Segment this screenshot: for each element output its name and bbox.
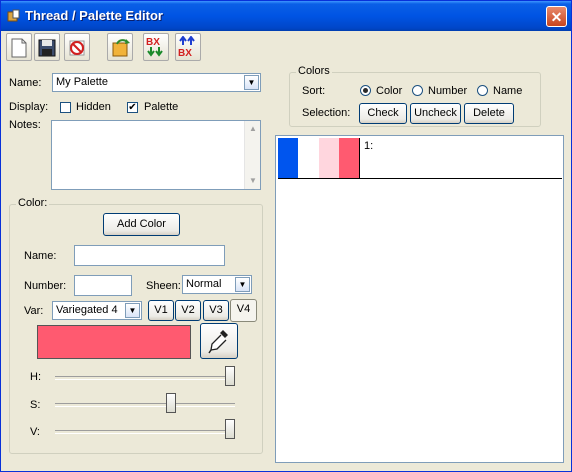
sheen-label: Sheen:	[146, 280, 181, 292]
new-button[interactable]	[6, 33, 32, 61]
bx-import-button[interactable]: BX	[143, 33, 169, 61]
v1-button[interactable]: V1	[148, 300, 174, 321]
display-label: Display:	[9, 101, 49, 113]
eyedropper-button[interactable]	[200, 323, 238, 359]
sheen-value: Normal	[186, 278, 222, 290]
delete-icon	[69, 40, 85, 56]
chevron-down-icon[interactable]: ▼	[125, 303, 140, 318]
v2-button[interactable]: V2	[175, 300, 201, 321]
swatch-4	[339, 138, 359, 178]
hidden-label: Hidden	[76, 101, 111, 113]
bx-export-button[interactable]: BX	[175, 33, 201, 61]
sort-color-label: Color	[376, 85, 403, 97]
bx-down-arrows-icon: BX	[146, 37, 163, 57]
colors-group: Colors Sort: Color Number Name Selection…	[289, 65, 541, 127]
palette-list[interactable]: 1:	[275, 135, 564, 463]
check-button[interactable]: Check	[359, 103, 407, 124]
item-divider	[359, 138, 360, 178]
sort-number-label: Number	[428, 85, 468, 97]
palette-name-select[interactable]: My Palette ▼	[52, 73, 261, 92]
delete-palette-button[interactable]	[64, 33, 90, 61]
floppy-disk-icon	[38, 39, 56, 57]
color-group-title: Color:	[16, 197, 50, 209]
palette-name-value: My Palette	[56, 76, 108, 88]
toolbar: BX BX	[1, 31, 571, 65]
number-label: Number:	[24, 280, 67, 292]
title-bar[interactable]: Thread / Palette Editor ✕	[1, 1, 571, 31]
selection-label: Selection:	[302, 107, 351, 119]
name-label: Name:	[9, 77, 42, 89]
sort-number-radio[interactable]	[412, 85, 423, 96]
sheen-select[interactable]: Normal ▼	[182, 275, 252, 294]
refresh-icon	[112, 39, 130, 57]
swatch-2	[298, 138, 319, 178]
delete-button[interactable]: Delete	[464, 103, 514, 124]
h-slider-track[interactable]	[55, 376, 235, 380]
item-label: 1:	[364, 140, 374, 152]
sort-name-radio[interactable]	[477, 85, 488, 96]
bx-up-arrows-icon: BX	[178, 36, 195, 58]
close-icon: ✕	[550, 9, 563, 25]
eyedropper-icon	[208, 330, 228, 354]
v4-button[interactable]: V4	[230, 299, 257, 322]
save-button[interactable]	[34, 33, 60, 61]
list-item[interactable]: 1:	[278, 138, 562, 179]
window-title: Thread / Palette Editor	[25, 8, 163, 23]
s-label: S:	[30, 399, 41, 411]
scroll-down-icon[interactable]: ▼	[246, 174, 260, 188]
refresh-button[interactable]	[107, 33, 133, 61]
var-select[interactable]: Variegated 4 ▼	[52, 301, 142, 320]
s-slider-track[interactable]	[55, 403, 235, 407]
chevron-down-icon[interactable]: ▼	[244, 75, 259, 90]
swatch-1	[278, 138, 298, 178]
chevron-down-icon[interactable]: ▼	[235, 277, 250, 292]
sort-label: Sort:	[302, 85, 326, 97]
notes-label: Notes:	[9, 119, 41, 131]
s-slider-thumb[interactable]	[165, 393, 176, 413]
v-label: V:	[30, 426, 40, 438]
new-document-icon	[11, 38, 27, 58]
h-slider-thumb[interactable]	[225, 366, 235, 386]
v-slider-track[interactable]	[55, 430, 235, 434]
hidden-checkbox[interactable]	[60, 102, 71, 113]
color-name-label: Name:	[24, 250, 57, 262]
palette-label: Palette	[144, 101, 179, 113]
number-input[interactable]	[74, 275, 132, 296]
var-value: Variegated 4	[56, 304, 118, 316]
sort-color-radio[interactable]	[360, 85, 371, 96]
swatch-3	[319, 138, 339, 178]
color-group: Color: Add Color Name: Number: Sheen: No…	[9, 197, 263, 454]
v3-button[interactable]: V3	[203, 300, 229, 321]
app-icon	[7, 9, 20, 22]
var-label: Var:	[24, 305, 44, 317]
checkmark-icon: ✔	[128, 102, 137, 113]
uncheck-button[interactable]: Uncheck	[410, 103, 461, 124]
color-name-input[interactable]	[74, 245, 225, 266]
window: Thread / Palette Editor ✕ BX BX Name: My…	[0, 0, 572, 472]
notes-scrollbar[interactable]: ▲ ▼	[244, 121, 260, 189]
scroll-up-icon[interactable]: ▲	[246, 122, 260, 136]
v-slider-thumb[interactable]	[225, 419, 235, 439]
sort-name-label: Name	[493, 85, 523, 97]
bx-down-text: BX	[146, 37, 160, 48]
colors-group-title: Colors	[296, 65, 332, 77]
current-color-swatch	[37, 325, 191, 359]
notes-textarea[interactable]: ▲ ▼	[51, 120, 261, 190]
h-label: H:	[30, 371, 41, 383]
bx-up-text: BX	[178, 48, 192, 58]
close-button[interactable]: ✕	[546, 6, 567, 27]
palette-checkbox[interactable]: ✔	[127, 102, 138, 113]
add-color-button[interactable]: Add Color	[103, 213, 180, 236]
